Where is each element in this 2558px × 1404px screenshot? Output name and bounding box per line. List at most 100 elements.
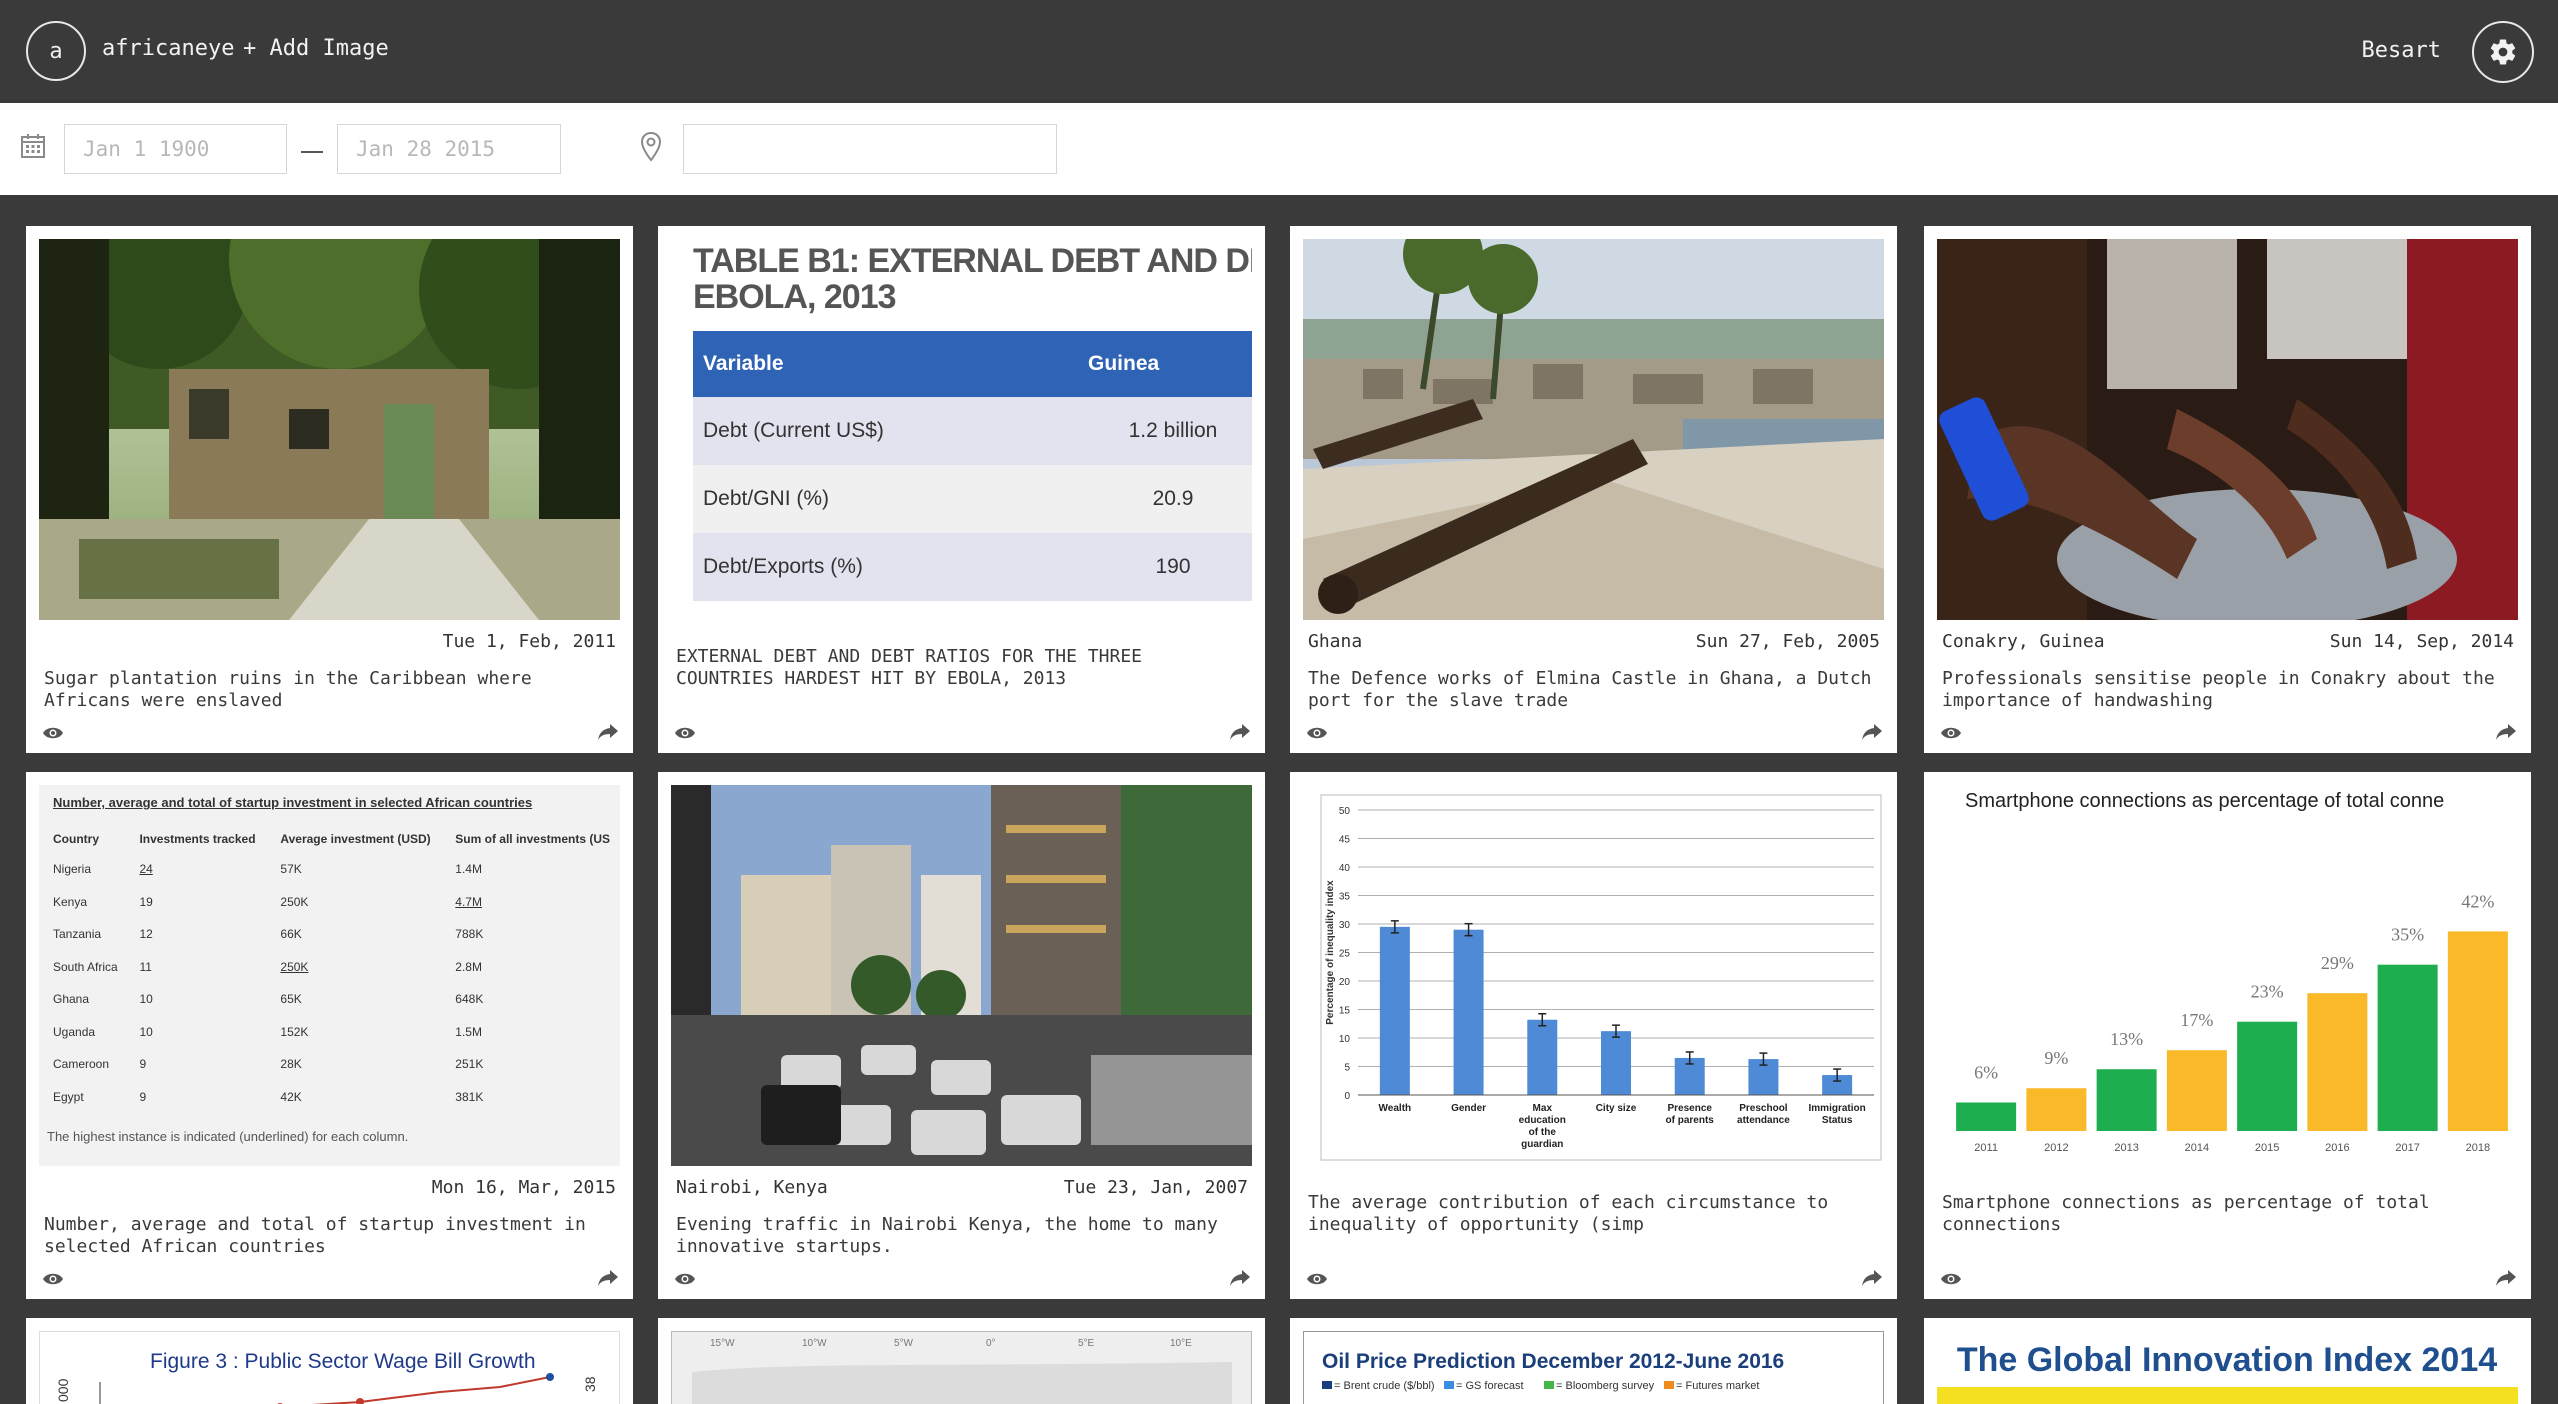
chart-title: Smartphone connections as percentage of … — [1965, 790, 2444, 812]
card-date: Tue 23, Jan, 2007 — [1063, 1177, 1248, 1198]
x-tick-label: 2017 — [2395, 1142, 2419, 1154]
card-location: Nairobi, Kenya — [676, 1177, 828, 1198]
share-icon[interactable] — [2495, 723, 2517, 741]
share-icon[interactable] — [597, 723, 619, 741]
image-thumbnail[interactable] — [1937, 239, 2518, 620]
smartphone-bar-chart: Smartphone connections as percentage of … — [1956, 790, 2508, 1154]
image-card[interactable]: Figure 3 : Public Sector Wage Bill Growt… — [26, 1318, 633, 1404]
image-thumbnail[interactable]: Number, average and total of startup inv… — [39, 785, 620, 1166]
startup-table-cell: 57K — [280, 862, 302, 877]
startup-table-cell: 42K — [280, 1089, 302, 1104]
debt-table: Variable Guinea Debt (Current US$) 1.2 bi… — [693, 331, 1252, 601]
startup-table-cell: 1.4M — [455, 862, 482, 877]
eye-icon[interactable] — [674, 1271, 696, 1287]
share-icon[interactable] — [1229, 723, 1251, 741]
share-icon[interactable] — [597, 1269, 619, 1287]
image-card[interactable]: Smartphone connections as percentage of … — [1924, 772, 2531, 1299]
calendar-icon[interactable] — [20, 133, 46, 159]
startup-table-cell: 65K — [280, 992, 302, 1007]
image-thumbnail[interactable]: Smartphone connections as percentage of … — [1937, 785, 2518, 1166]
image-thumbnail[interactable] — [671, 785, 1252, 1166]
bar-value-label: 9% — [2044, 1048, 2068, 1068]
image-card[interactable]: 0 5 10 15 20 25 30 35 40 45 50 Percentage of inequa… — [1290, 772, 1897, 1299]
inequality-bar-chart: 0 5 10 15 20 25 30 35 40 45 50 Percentage of inequa… — [1320, 794, 1882, 1161]
startup-table-cell: Ghana — [53, 992, 90, 1007]
image-card[interactable]: Ghana Sun 27, Feb, 2005 The Defence work… — [1290, 226, 1897, 753]
image-card[interactable]: Oil Price Prediction December 2012-June … — [1290, 1318, 1897, 1404]
eye-icon[interactable] — [42, 725, 64, 741]
image-card[interactable]: Conakry, Guinea Sun 14, Sep, 2014 Profes… — [1924, 226, 2531, 753]
image-thumbnail[interactable]: The Global Innovation Index 2014 — [1937, 1331, 2518, 1404]
image-card[interactable]: TABLE B1: EXTERNAL DEBT AND DEBT RATIOS … — [658, 226, 1265, 753]
startup-table-header: Sum of all investments (US — [455, 832, 610, 846]
y-tick-label: 45 — [1339, 835, 1351, 846]
image-thumbnail[interactable]: TABLE B1: EXTERNAL DEBT AND DEBT RATIOS … — [671, 239, 1252, 620]
startup-table-cell: 381K — [455, 1089, 484, 1104]
card-caption: Evening traffic in Nairobi Kenya, the ho… — [676, 1214, 1218, 1257]
app-name[interactable]: africaneye — [102, 36, 234, 61]
image-thumbnail[interactable] — [39, 239, 620, 620]
eye-icon[interactable] — [1940, 1271, 1962, 1287]
bar-value-label: 35% — [2391, 925, 2424, 945]
bar — [2166, 1050, 2227, 1131]
share-icon[interactable] — [2495, 1269, 2517, 1287]
eye-icon[interactable] — [674, 725, 696, 741]
card-caption: Smartphone connections as percentage of … — [1942, 1192, 2430, 1235]
bar — [1527, 1019, 1558, 1095]
eye-icon[interactable] — [1940, 725, 1962, 741]
add-image-button[interactable]: + Add Image — [243, 36, 389, 61]
date-from-input[interactable] — [64, 124, 287, 174]
bar-value-label: 23% — [2251, 982, 2284, 1002]
wage-bill-chart: Figure 3 : Public Sector Wage Bill Growt… — [55, 1350, 598, 1404]
x-tick-label: Preschool attendance — [1737, 1103, 1790, 1126]
y-tick-label: 30 — [1339, 920, 1351, 931]
username[interactable]: Besart — [2362, 38, 2441, 63]
x-tick-label: 2011 — [1974, 1142, 1998, 1154]
location-pin-icon — [640, 131, 662, 162]
startup-table-image: Number, average and total of startup inv… — [39, 785, 620, 1166]
map-tick: 10°E — [1170, 1338, 1192, 1349]
date-to-input[interactable] — [337, 124, 561, 174]
bar — [2307, 993, 2368, 1131]
image-thumbnail[interactable] — [1303, 239, 1884, 620]
startup-table-row: Kenya 19 250K 4.7M — [53, 886, 620, 919]
image-card[interactable]: Tue 1, Feb, 2011 Sugar plantation ruins … — [26, 226, 633, 753]
date-range-separator — [301, 151, 323, 153]
image-card[interactable]: The Global Innovation Index 2014 — [1924, 1318, 2531, 1404]
startup-table-header: Investments tracked — [139, 832, 256, 846]
y-tick-label: 25 — [1339, 949, 1351, 960]
oil-legend-item: = Brent crude ($/bbl) — [1334, 1380, 1435, 1392]
startup-table-header: Country — [53, 832, 99, 846]
card-date: Mon 16, Mar, 2015 — [431, 1177, 616, 1198]
startup-table: Country Investments tracked Average inve… — [53, 825, 620, 1113]
share-icon[interactable] — [1861, 1269, 1883, 1287]
image-thumbnail[interactable]: 15°W 10°W 5°W 0° 5°E 10°E — [671, 1331, 1252, 1404]
image-thumbnail[interactable]: Oil Price Prediction December 2012-June … — [1303, 1331, 1884, 1404]
startup-table-cell: 66K — [280, 927, 302, 942]
settings-button[interactable] — [2472, 21, 2534, 83]
nairobi-traffic-photo — [671, 785, 1252, 1166]
west-africa-map: 15°W 10°W 5°W 0° 5°E 10°E — [672, 1332, 1251, 1404]
card-date: Sun 14, Sep, 2014 — [2329, 631, 2514, 652]
oil-legend-item: = Bloomberg survey — [1556, 1380, 1655, 1392]
image-card[interactable]: 15°W 10°W 5°W 0° 5°E 10°E — [658, 1318, 1265, 1404]
share-icon[interactable] — [1229, 1269, 1251, 1287]
elmina-castle-photo — [1303, 239, 1884, 620]
eye-icon[interactable] — [42, 1271, 64, 1287]
image-card[interactable]: Number, average and total of startup inv… — [26, 772, 633, 1299]
location-input[interactable] — [683, 124, 1057, 174]
map-tick: 0° — [986, 1338, 996, 1349]
bar-value-label: 42% — [2461, 891, 2494, 911]
user-avatar[interactable]: a — [26, 21, 86, 81]
x-tick-label: Gender — [1451, 1103, 1486, 1114]
image-thumbnail[interactable]: 0 5 10 15 20 25 30 35 40 45 50 Percentage of inequa… — [1303, 785, 1884, 1166]
card-location: Ghana — [1308, 631, 1363, 652]
y-tick-label: 50 — [1339, 806, 1351, 817]
eye-icon[interactable] — [1306, 1271, 1328, 1287]
image-card[interactable]: Nairobi, Kenya Tue 23, Jan, 2007 Evening… — [658, 772, 1265, 1299]
debt-table-header: Guinea — [1078, 331, 1252, 397]
share-icon[interactable] — [1861, 723, 1883, 741]
eye-icon[interactable] — [1306, 725, 1328, 741]
image-thumbnail[interactable]: Figure 3 : Public Sector Wage Bill Growt… — [39, 1331, 620, 1404]
debt-table-title-line1: TABLE B1: EXTERNAL DEBT AND DEBT RATIOS — [693, 242, 1252, 280]
